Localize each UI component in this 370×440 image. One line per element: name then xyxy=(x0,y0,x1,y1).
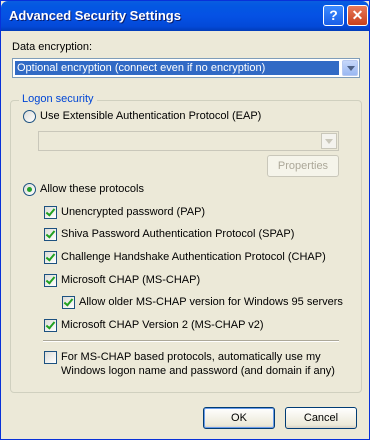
allow-protocols-radio[interactable] xyxy=(23,183,36,196)
window-title: Advanced Security Settings xyxy=(9,8,181,23)
chevron-down-icon xyxy=(321,133,337,149)
pap-checkbox[interactable] xyxy=(44,206,57,219)
properties-button: Properties xyxy=(267,155,339,177)
title-bar[interactable]: Advanced Security Settings ? ✕ xyxy=(1,1,369,31)
ok-button[interactable]: OK xyxy=(203,407,275,429)
eap-radio[interactable] xyxy=(23,110,36,123)
data-encryption-label: Data encryption: xyxy=(12,41,93,53)
pap-label[interactable]: Unencrypted password (PAP) xyxy=(61,206,205,218)
chap-checkbox[interactable] xyxy=(44,251,57,264)
spap-label[interactable]: Shiva Password Authentication Protocol (… xyxy=(61,228,294,240)
separator xyxy=(43,340,339,342)
eap-radio-label[interactable]: Use Extensible Authentication Protocol (… xyxy=(40,110,261,122)
spap-checkbox[interactable] xyxy=(44,228,57,241)
help-button[interactable]: ? xyxy=(323,5,344,26)
ms-chap-label[interactable]: Microsoft CHAP (MS-CHAP) xyxy=(61,274,200,286)
ms-chap-v2-checkbox[interactable] xyxy=(44,319,57,332)
ms-chap-checkbox[interactable] xyxy=(44,274,57,287)
data-encryption-selected: Optional encryption (connect even if no … xyxy=(15,61,339,75)
eap-type-dropdown xyxy=(38,131,339,151)
allow-protocols-label[interactable]: Allow these protocols xyxy=(40,183,144,195)
ms-chap-v2-label[interactable]: Microsoft CHAP Version 2 (MS-CHAP v2) xyxy=(61,319,264,331)
ms-chap-win95-label[interactable]: Allow older MS-CHAP version for Windows … xyxy=(79,296,343,308)
auto-logon-label-line2[interactable]: Windows logon name and password (and dom… xyxy=(61,365,335,377)
ms-chap-win95-checkbox[interactable] xyxy=(62,296,75,309)
close-button[interactable]: ✕ xyxy=(347,5,368,26)
auto-logon-label-line1[interactable]: For MS-CHAP based protocols, automatical… xyxy=(61,351,321,363)
advanced-security-settings-dialog: Advanced Security Settings ? ✕ Data encr… xyxy=(0,0,370,440)
logon-security-label: Logon security xyxy=(19,93,97,105)
auto-logon-checkbox[interactable] xyxy=(44,351,57,364)
cancel-button[interactable]: Cancel xyxy=(285,407,357,429)
chevron-down-icon[interactable] xyxy=(342,60,358,76)
chap-label[interactable]: Challenge Handshake Authentication Proto… xyxy=(61,251,326,263)
data-encryption-dropdown[interactable]: Optional encryption (connect even if no … xyxy=(12,58,360,78)
